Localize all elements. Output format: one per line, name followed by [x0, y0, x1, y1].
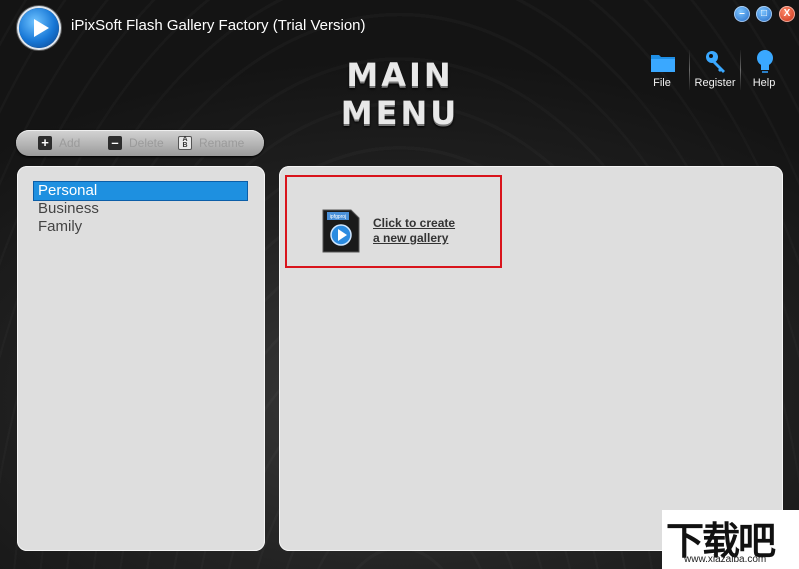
create-line-2: a new gallery: [373, 231, 449, 245]
maximize-button[interactable]: □: [756, 6, 772, 22]
watermark: 下载吧 www.xiazaiba.com: [662, 510, 799, 569]
folder-icon: [651, 55, 675, 72]
create-gallery-link[interactable]: Click to create a new gallery: [373, 216, 455, 246]
help-label: Help: [752, 77, 776, 89]
gallery-item-personal[interactable]: Personal: [33, 181, 248, 201]
gallery-project-icon: ipfgproj: [322, 209, 360, 253]
gallery-content-panel: ipfgproj Click to create a new gallery: [279, 166, 783, 551]
key-icon: [706, 51, 725, 73]
delete-label: Delete: [129, 136, 164, 150]
rename-button[interactable]: AB Rename: [178, 134, 256, 152]
close-icon: X: [783, 8, 791, 19]
minus-icon: –: [108, 136, 122, 150]
rename-icon: AB: [178, 136, 192, 150]
watermark-url: www.xiazaiba.com: [684, 554, 767, 565]
gallery-action-bar: + Add – Delete AB Rename: [16, 130, 264, 156]
app-title: iPixSoft Flash Gallery Factory (Trial Ve…: [71, 17, 366, 34]
gallery-list-panel: Personal Business Family: [17, 166, 265, 551]
app-window: iPixSoft Flash Gallery Factory (Trial Ve…: [0, 0, 799, 569]
gallery-item-business[interactable]: Business: [34, 200, 247, 218]
create-line-1: Click to create: [373, 216, 456, 230]
doc-icon-label: ipfgproj: [330, 214, 346, 220]
file-button[interactable]: File: [638, 46, 686, 94]
page-title: MAIN MENU: [340, 56, 460, 132]
rename-label: Rename: [199, 136, 245, 150]
gallery-item-family[interactable]: Family: [34, 218, 247, 236]
file-label: File: [653, 77, 671, 89]
app-logo-icon: [19, 8, 59, 48]
gallery-list: Personal Business Family: [33, 181, 248, 236]
add-button[interactable]: + Add: [38, 134, 94, 152]
close-button[interactable]: X: [779, 6, 795, 22]
minimize-button[interactable]: –: [734, 6, 750, 22]
title-bar[interactable]: iPixSoft Flash Gallery Factory (Trial Ve…: [0, 0, 799, 50]
delete-button[interactable]: – Delete: [108, 134, 174, 152]
minimize-icon: –: [739, 8, 745, 19]
add-label: Add: [59, 136, 81, 150]
create-gallery-tile[interactable]: ipfgproj Click to create a new gallery: [319, 206, 469, 256]
register-button[interactable]: Register: [691, 46, 739, 94]
maximize-icon: □: [760, 8, 768, 19]
bulb-icon: [757, 50, 773, 73]
help-button[interactable]: Help: [740, 46, 788, 94]
plus-icon: +: [38, 136, 52, 150]
